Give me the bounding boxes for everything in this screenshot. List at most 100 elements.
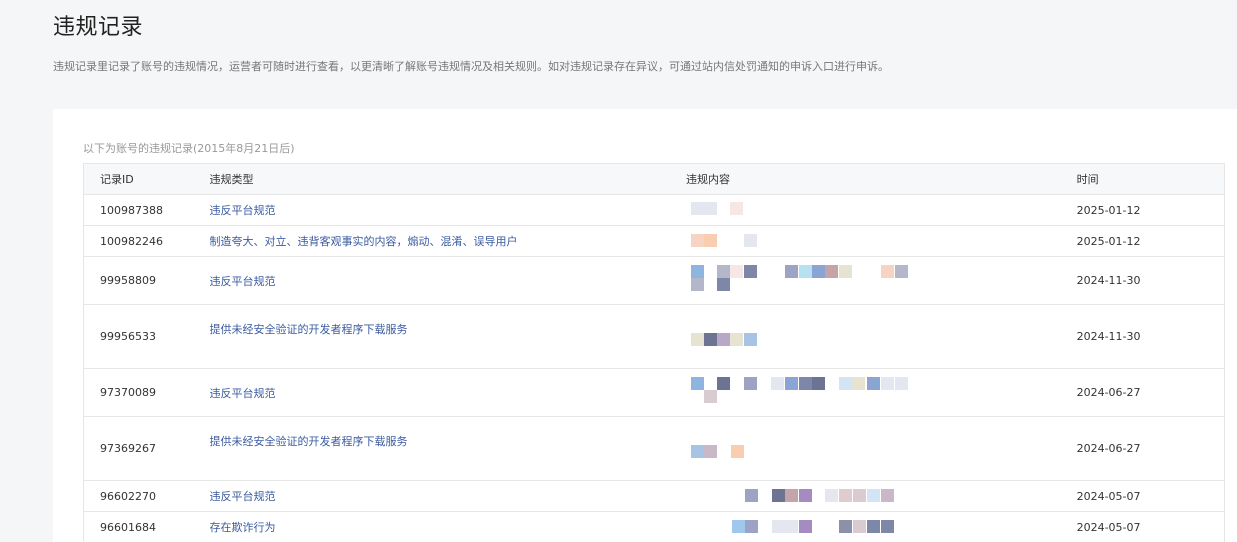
record-id: 97369267: [83, 416, 210, 481]
blurred-content-mosaic: [690, 257, 931, 304]
table-row: 97370089 违反平台规范 2024-06-27: [83, 368, 1225, 417]
mosaic-tile: [729, 333, 743, 346]
mosaic-tile: [690, 202, 704, 215]
mosaic-tile: [880, 489, 894, 502]
record-time: 2025-01-12: [1076, 194, 1225, 226]
mosaic-tile: [743, 265, 757, 278]
violation-content-blurred: [685, 225, 1077, 257]
mosaic-tile: [731, 520, 745, 533]
mosaic-tile: [703, 390, 717, 403]
record-time: 2024-11-30: [1076, 304, 1225, 369]
violation-type-link[interactable]: 提供未经安全验证的开发者程序下载服务: [209, 416, 686, 481]
blurred-content-mosaic: [690, 369, 931, 416]
violation-records-page: 违规记录 违规记录里记录了账号的违规情况，运营者可随时进行查看，以更清晰了解账号…: [0, 0, 1237, 542]
mosaic-tile: [690, 234, 704, 247]
table-header-row: 记录ID 违规类型 违规内容 时间: [83, 163, 1225, 195]
record-id: 100987388: [83, 194, 210, 226]
mosaic-tile: [716, 333, 730, 346]
table-row: 96601684 存在欺诈行为 2024-05-07: [83, 511, 1225, 542]
table-row: 100982246 制造夸大、对立、违背客观事实的内容，煽动、混淆、误导用户 2…: [83, 225, 1225, 257]
mosaic-tile: [690, 377, 704, 390]
column-header-content: 违规内容: [685, 163, 1077, 195]
mosaic-tile: [866, 489, 880, 502]
mosaic-tile: [703, 234, 717, 247]
violation-type-link[interactable]: 违反平台规范: [209, 194, 686, 226]
table-row: 99958809 违反平台规范 2024-11-30: [83, 256, 1225, 305]
record-time: 2024-11-30: [1076, 256, 1225, 305]
mosaic-tile: [798, 265, 812, 278]
mosaic-tile: [771, 489, 785, 502]
violation-content-blurred: [685, 194, 1077, 226]
violation-content-blurred: [685, 368, 1077, 417]
mosaic-tile: [811, 265, 825, 278]
mosaic-tile: [824, 265, 838, 278]
violation-type-link[interactable]: 制造夸大、对立、违背客观事实的内容，煽动、混淆、误导用户: [209, 225, 686, 257]
mosaic-tile: [866, 377, 880, 390]
mosaic-tile: [730, 445, 744, 458]
mosaic-tile: [743, 377, 757, 390]
mosaic-tile: [690, 278, 704, 291]
mosaic-tile: [798, 489, 812, 502]
mosaic-tile: [798, 520, 812, 533]
violation-content-blurred: [685, 304, 1077, 369]
record-time: 2024-05-07: [1076, 480, 1225, 512]
record-id: 97370089: [83, 368, 210, 417]
record-id: 99958809: [83, 256, 210, 305]
mosaic-tile: [690, 445, 704, 458]
violation-type-link[interactable]: 违反平台规范: [209, 368, 686, 417]
mosaic-tile: [716, 278, 730, 291]
page-title: 违规记录: [53, 15, 144, 40]
mosaic-tile: [744, 520, 758, 533]
mosaic-tile: [838, 377, 852, 390]
record-time: 2024-06-27: [1076, 368, 1225, 417]
mosaic-tile: [838, 265, 852, 278]
record-id: 96601684: [83, 511, 210, 542]
mosaic-tile: [716, 265, 730, 278]
column-header-id: 记录ID: [83, 163, 210, 195]
mosaic-tile: [716, 377, 730, 390]
record-time: 2025-01-12: [1076, 225, 1225, 257]
records-caption: 以下为账号的违规记录(2015年8月21日后): [83, 142, 295, 155]
mosaic-tile: [851, 377, 865, 390]
mosaic-tile: [744, 489, 758, 502]
record-time: 2024-05-07: [1076, 511, 1225, 542]
record-id: 96602270: [83, 480, 210, 512]
violation-type-link[interactable]: 存在欺诈行为: [209, 511, 686, 542]
violation-content-blurred: [685, 480, 1077, 512]
violation-content-blurred: [685, 416, 1077, 481]
violation-type-link[interactable]: 违反平台规范: [209, 480, 686, 512]
mosaic-tile: [729, 265, 743, 278]
violation-type-link[interactable]: 违反平台规范: [209, 256, 686, 305]
blurred-content-mosaic: [690, 226, 931, 256]
blurred-content-mosaic: [691, 512, 931, 542]
mosaic-tile: [838, 489, 852, 502]
record-time: 2024-06-27: [1076, 416, 1225, 481]
mosaic-tile: [703, 445, 717, 458]
page-description: 违规记录里记录了账号的违规情况，运营者可随时进行查看，以更清晰了解账号违规情况及…: [53, 60, 889, 73]
violation-type-link[interactable]: 提供未经安全验证的开发者程序下载服务: [209, 304, 686, 369]
record-id: 100982246: [83, 225, 210, 257]
mosaic-tile: [784, 265, 798, 278]
blurred-content-mosaic: [690, 417, 931, 480]
violation-content-blurred: [685, 256, 1077, 305]
record-id: 99956533: [83, 304, 210, 369]
blurred-content-mosaic: [690, 195, 931, 225]
mosaic-tile: [690, 333, 704, 346]
table-row: 99956533 提供未经安全验证的开发者程序下载服务 2024-11-30: [83, 304, 1225, 369]
table-row: 96602270 违反平台规范 2024-05-07: [83, 480, 1225, 512]
blurred-content-mosaic: [690, 305, 931, 368]
mosaic-tile: [866, 520, 880, 533]
mosaic-tile: [784, 489, 798, 502]
mosaic-tile: [811, 377, 825, 390]
mosaic-tile: [894, 265, 908, 278]
mosaic-tile: [690, 265, 704, 278]
mosaic-tile: [838, 520, 852, 533]
mosaic-tile: [824, 489, 838, 502]
mosaic-tile: [743, 234, 757, 247]
mosaic-tile: [703, 202, 717, 215]
mosaic-tile: [729, 202, 743, 215]
mosaic-tile: [894, 377, 908, 390]
column-header-type: 违规类型: [209, 163, 686, 195]
table-row: 97369267 提供未经安全验证的开发者程序下载服务 2024-06-27: [83, 416, 1225, 481]
mosaic-tile: [703, 333, 717, 346]
